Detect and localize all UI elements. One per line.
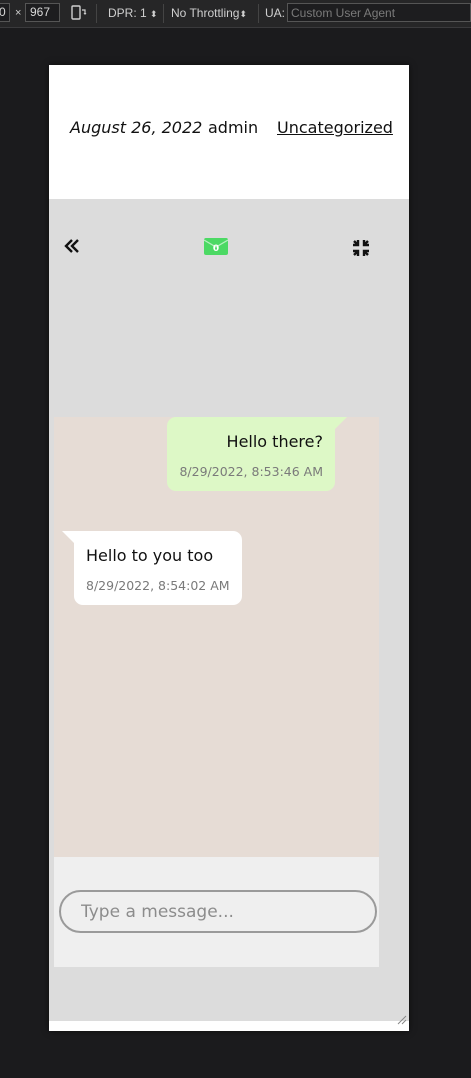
post-category-link[interactable]: Uncategorized [277, 118, 393, 137]
bubble-tail [335, 417, 347, 429]
message-text: Hello to you too [86, 546, 214, 565]
message-outgoing: Hello there? 8/29/2022, 8:53:46 AM [167, 417, 347, 491]
devtools-toolbar: 0 × 967 DPR: 1 ⬍ No Throttling⬍ UA: [0, 0, 471, 28]
message-list[interactable]: Hello there? 8/29/2022, 8:53:46 AM Hello… [54, 417, 379, 857]
updown-arrows-icon: ⬍ [150, 9, 158, 19]
message-text: Hello there? [226, 432, 323, 451]
separator [96, 4, 97, 23]
device-viewport: August 26, 2022 admin Uncategorized 0 He… [49, 65, 409, 1031]
dpr-label: DPR: 1 [108, 6, 147, 20]
updown-arrows-icon: ⬍ [239, 9, 248, 19]
throttle-label: No Throttling [171, 6, 240, 20]
message-timestamp: 8/29/2022, 8:53:46 AM [179, 464, 323, 479]
post-author[interactable]: admin [208, 118, 258, 137]
double-chevron-left-icon[interactable] [63, 238, 81, 258]
width-input[interactable]: 0 [0, 3, 10, 22]
throttle-select[interactable]: No Throttling⬍ [171, 6, 247, 20]
message-timestamp: 8/29/2022, 8:54:02 AM [86, 578, 230, 593]
resize-handle-icon[interactable] [397, 1010, 407, 1029]
separator [258, 4, 259, 23]
message-composer [54, 857, 379, 967]
post-date: August 26, 2022 [70, 118, 203, 137]
chat-widget: 0 Hello there? 8/29/2022, 8:53:46 AM Hel… [49, 199, 409, 1021]
bubble-tail [62, 531, 74, 543]
times-sign: × [15, 7, 22, 19]
user-agent-input[interactable] [287, 3, 471, 22]
height-input[interactable]: 967 [25, 3, 60, 22]
rotate-device-icon[interactable] [70, 5, 88, 24]
separator [163, 4, 164, 23]
inbox-count: 0 [213, 244, 219, 254]
message-input[interactable] [59, 890, 377, 933]
dpr-select[interactable]: DPR: 1 ⬍ [108, 6, 158, 20]
post-meta: August 26, 2022 admin Uncategorized [49, 65, 409, 199]
compress-icon[interactable] [352, 239, 370, 261]
page-bottom [49, 1021, 409, 1031]
ua-label: UA: [265, 6, 286, 20]
envelope-icon[interactable]: 0 [203, 237, 229, 259]
message-incoming: Hello to you too 8/29/2022, 8:54:02 AM [62, 531, 242, 605]
